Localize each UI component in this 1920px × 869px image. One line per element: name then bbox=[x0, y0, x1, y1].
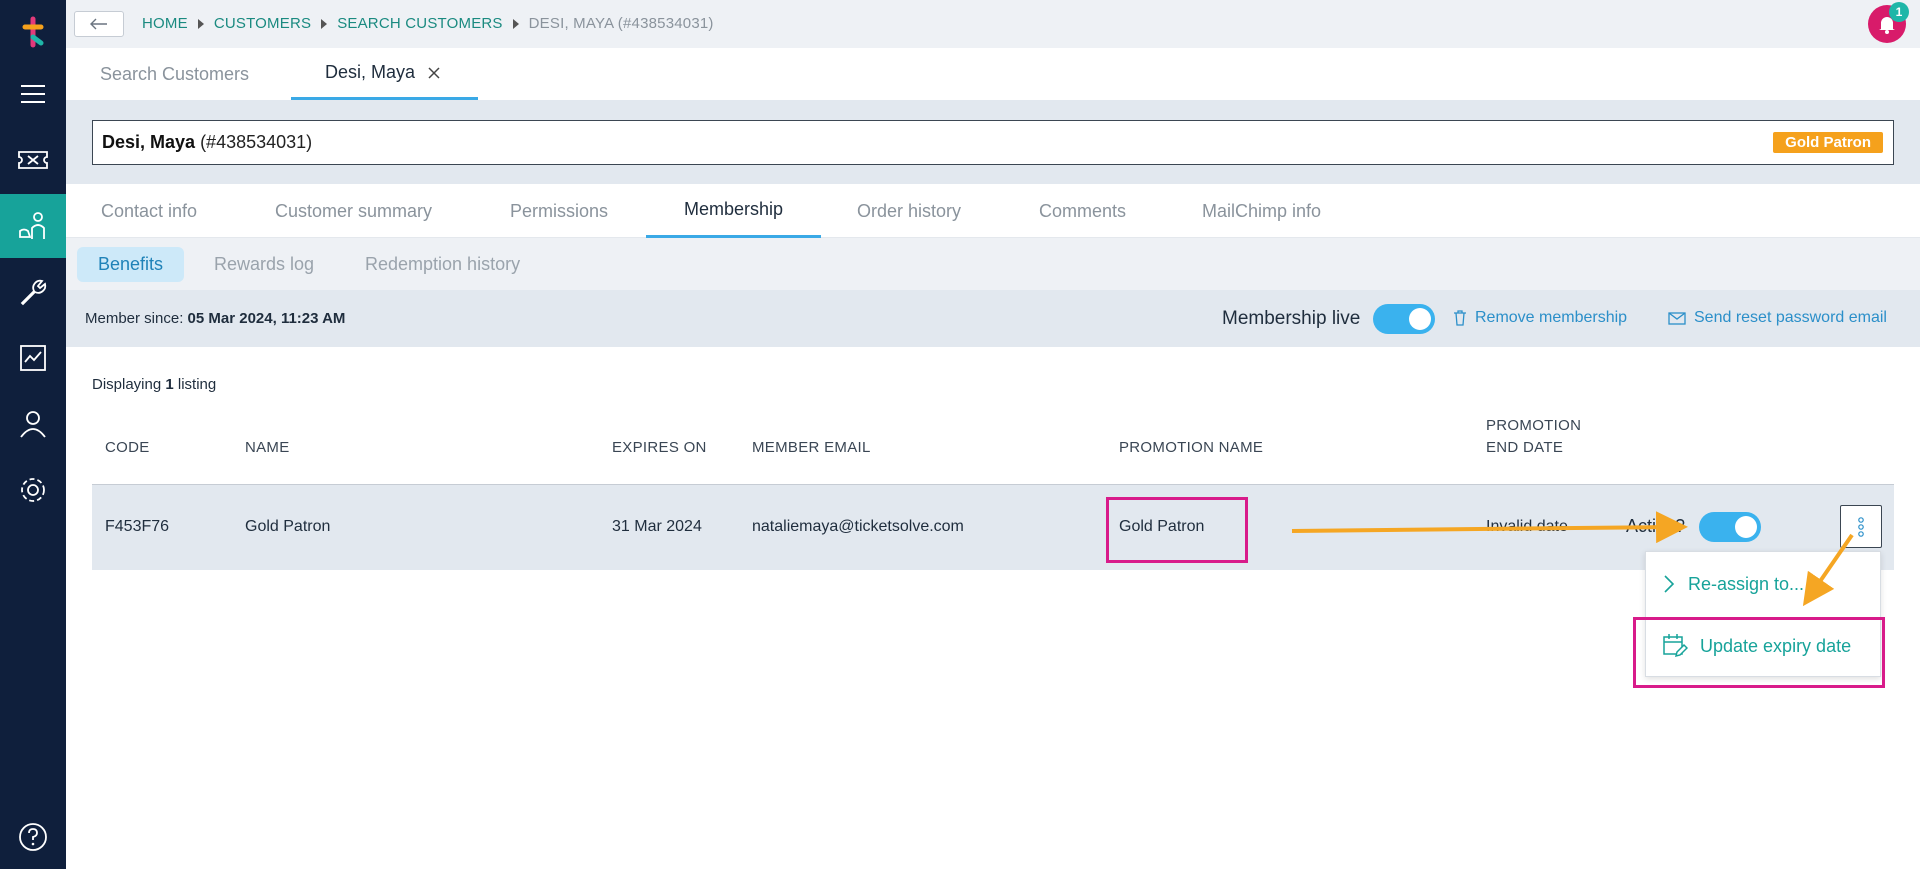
wrench-icon bbox=[20, 279, 47, 306]
ticket-icon bbox=[18, 151, 48, 169]
listing-prefix: Displaying bbox=[92, 376, 162, 393]
sidebar-item-profile[interactable] bbox=[0, 392, 66, 456]
tab-comments[interactable]: Comments bbox=[1039, 184, 1126, 238]
active-toggle[interactable] bbox=[1699, 512, 1761, 542]
arrow-left-icon bbox=[90, 18, 107, 30]
table-row[interactable]: F453F76 Gold Patron 31 Mar 2024 nataliem… bbox=[92, 484, 1894, 570]
tab-customer-desi-maya[interactable]: Desi, Maya bbox=[291, 48, 478, 100]
breadcrumb-separator-icon bbox=[197, 18, 204, 29]
user-icon bbox=[20, 411, 46, 438]
membership-live-label: Membership live bbox=[1222, 308, 1361, 329]
tier-badge: Gold Patron bbox=[1773, 132, 1883, 153]
envelope-icon bbox=[1668, 312, 1686, 325]
report-icon bbox=[20, 345, 46, 371]
tab-order-history[interactable]: Order history bbox=[857, 184, 961, 238]
customers-icon bbox=[19, 212, 45, 239]
send-reset-password-label: Send reset password email bbox=[1694, 309, 1887, 326]
subtab-rewards-log[interactable]: Rewards log bbox=[193, 247, 335, 282]
header-expires-on: EXPIRES ON bbox=[612, 439, 707, 456]
tab-mailchimp-info[interactable]: MailChimp info bbox=[1202, 184, 1321, 238]
breadcrumb-separator-icon bbox=[321, 18, 328, 29]
breadcrumb-search-customers[interactable]: SEARCH CUSTOMERS bbox=[337, 15, 502, 32]
sidebar-item-settings[interactable] bbox=[0, 458, 66, 522]
remove-membership-label: Remove membership bbox=[1475, 309, 1628, 326]
listing-count: Displaying 1 listing bbox=[92, 376, 216, 393]
member-since: Member since: 05 Mar 2024, 11:23 AM bbox=[85, 310, 345, 327]
header-promotion-end-date-line1: PROMOTION bbox=[1486, 417, 1582, 434]
annotation-highlight-update-expiry bbox=[1633, 617, 1885, 688]
tab-membership[interactable]: Membership bbox=[646, 184, 821, 238]
member-since-value: 05 Mar 2024, 11:23 AM bbox=[187, 310, 346, 327]
gear-icon bbox=[21, 478, 45, 502]
sidebar-item-reports[interactable] bbox=[0, 326, 66, 390]
breadcrumb: HOME CUSTOMERS SEARCH CUSTOMERS DESI, MA… bbox=[142, 15, 714, 32]
customer-header: Desi, Maya (#438534031) Gold Patron bbox=[66, 100, 1920, 184]
breadcrumb-home[interactable]: HOME bbox=[142, 15, 188, 32]
subtab-benefits[interactable]: Benefits bbox=[77, 247, 185, 282]
tab-search-customers[interactable]: Search Customers bbox=[66, 48, 283, 100]
cell-expires-on: 31 Mar 2024 bbox=[612, 518, 702, 535]
menu-toggle[interactable] bbox=[0, 62, 66, 126]
customer-name: Desi, Maya bbox=[102, 132, 196, 152]
menu-item-reassign[interactable]: Re-assign to... bbox=[1646, 554, 1882, 614]
notifications-button[interactable]: 1 bbox=[1868, 2, 1909, 43]
active-label: Active? bbox=[1626, 516, 1686, 536]
remove-membership-link[interactable]: Remove membership bbox=[1453, 309, 1627, 327]
sidebar-item-customers[interactable] bbox=[0, 194, 66, 258]
member-since-label: Member since: bbox=[85, 310, 184, 327]
top-bar: HOME CUSTOMERS SEARCH CUSTOMERS DESI, MA… bbox=[66, 0, 1920, 48]
listing-suffix: listing bbox=[177, 376, 217, 393]
membership-live-toggle[interactable] bbox=[1373, 304, 1435, 334]
page-tabs: Search Customers Desi, Maya bbox=[66, 48, 1920, 100]
app-logo[interactable] bbox=[0, 0, 66, 64]
help-icon bbox=[19, 823, 47, 851]
table-header: CODE NAME EXPIRES ON MEMBER EMAIL PROMOT… bbox=[92, 417, 1894, 484]
header-promotion-end-date-line2: END DATE bbox=[1486, 439, 1564, 456]
listing-number: 1 bbox=[165, 376, 174, 393]
cell-promotion-end-date: Invalid date bbox=[1486, 518, 1568, 535]
chevron-right-icon bbox=[1664, 575, 1675, 593]
menu-item-label: Re-assign to... bbox=[1688, 573, 1805, 594]
trash-icon bbox=[1454, 310, 1466, 326]
tab-label: Desi, Maya bbox=[325, 62, 416, 82]
sidebar-item-tickets[interactable] bbox=[0, 128, 66, 192]
header-member-email: MEMBER EMAIL bbox=[752, 439, 871, 456]
close-icon[interactable] bbox=[427, 66, 441, 80]
sidebar-item-help[interactable] bbox=[0, 805, 66, 869]
subtab-redemption-history[interactable]: Redemption history bbox=[344, 247, 541, 282]
tab-label: Search Customers bbox=[100, 63, 250, 84]
breadcrumb-current: DESI, MAYA (#438534031) bbox=[528, 15, 714, 32]
tab-permissions[interactable]: Permissions bbox=[510, 184, 608, 238]
section-tabs: Contact info Customer summary Permission… bbox=[66, 184, 1920, 238]
header-promotion-end-date: PROMOTION END DATE bbox=[1486, 415, 1581, 459]
customer-id: (#438534031) bbox=[200, 132, 313, 152]
header-name: NAME bbox=[245, 439, 290, 456]
annotation-highlight-promotion bbox=[1106, 497, 1248, 563]
hamburger-icon bbox=[21, 85, 45, 103]
logo-icon bbox=[22, 16, 44, 48]
header-promotion-name: PROMOTION NAME bbox=[1119, 439, 1264, 456]
sidebar-item-tools[interactable] bbox=[0, 260, 66, 324]
cell-code: F453F76 bbox=[105, 518, 170, 535]
sidebar bbox=[0, 0, 66, 869]
customer-title-box: Desi, Maya (#438534031) Gold Patron bbox=[92, 120, 1894, 165]
breadcrumb-customers[interactable]: CUSTOMERS bbox=[214, 15, 311, 32]
cell-member-email: nataliemaya@ticketsolve.com bbox=[752, 518, 964, 535]
send-reset-password-link[interactable]: Send reset password email bbox=[1668, 309, 1887, 327]
more-vertical-icon bbox=[1858, 516, 1864, 537]
cell-name: Gold Patron bbox=[245, 518, 331, 535]
notification-count-badge: 1 bbox=[1889, 2, 1909, 22]
tab-customer-summary[interactable]: Customer summary bbox=[275, 184, 432, 238]
sub-tabs: Benefits Rewards log Redemption history bbox=[66, 238, 1920, 290]
breadcrumb-separator-icon bbox=[512, 18, 519, 29]
tab-contact-info[interactable]: Contact info bbox=[101, 184, 197, 238]
row-actions-button[interactable] bbox=[1840, 505, 1882, 548]
header-code: CODE bbox=[105, 439, 150, 456]
membership-bar: Member since: 05 Mar 2024, 11:23 AM Memb… bbox=[66, 290, 1920, 347]
back-button[interactable] bbox=[74, 11, 124, 37]
